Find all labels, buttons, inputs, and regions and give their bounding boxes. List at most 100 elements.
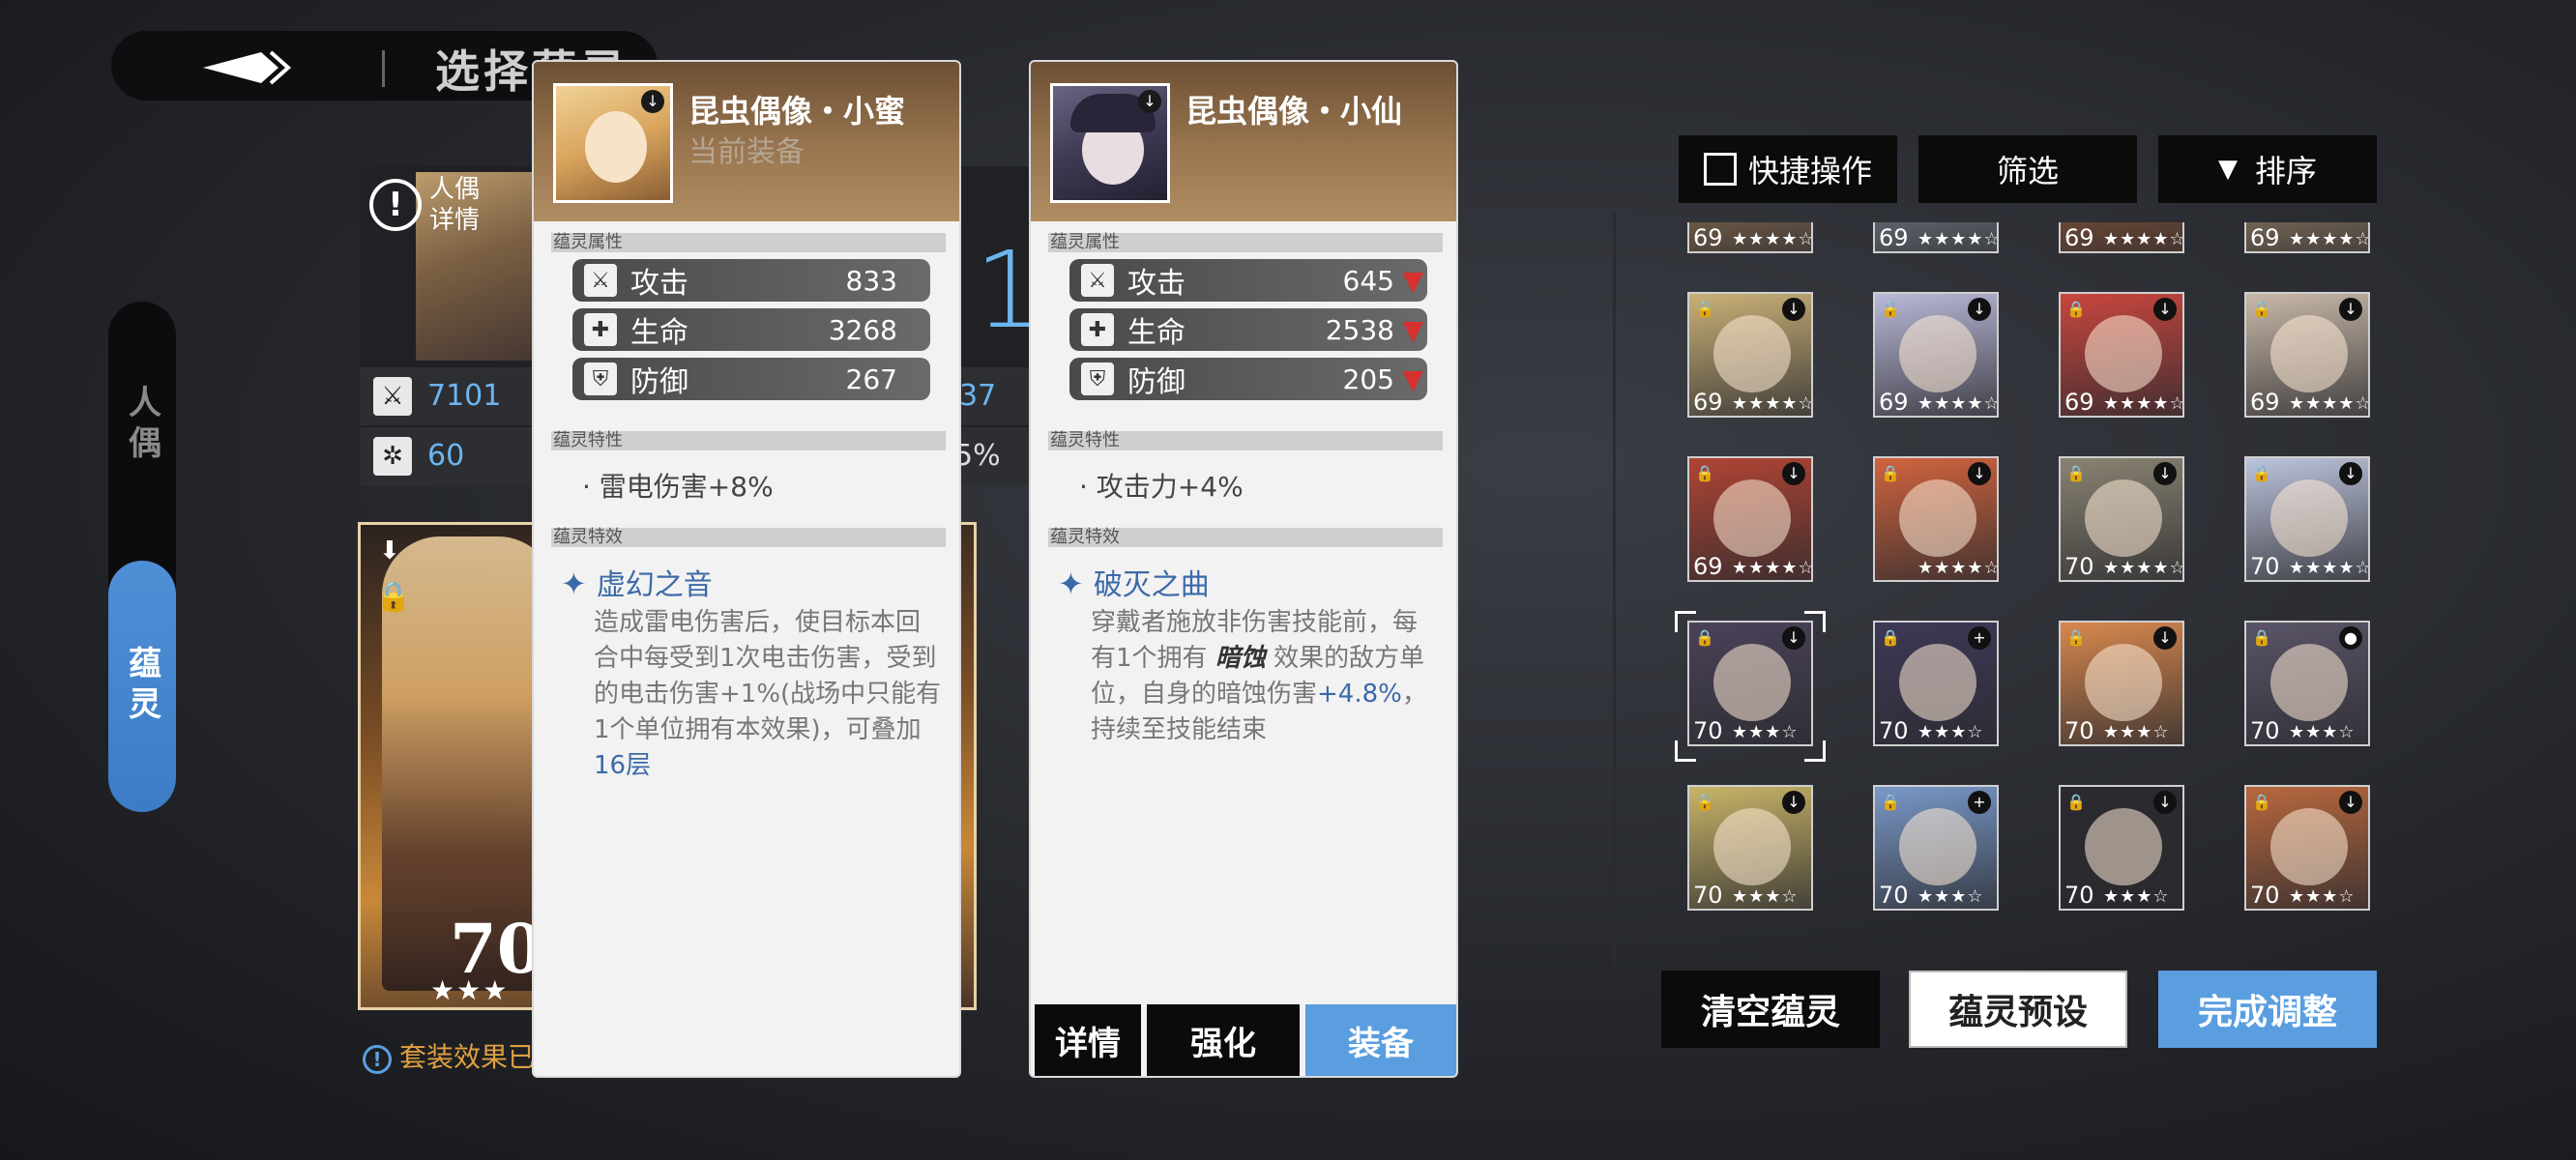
attr-value: 645 <box>1342 264 1394 297</box>
lock-icon: 🔒 <box>2066 300 2086 318</box>
spirit-grid-cell[interactable]: 🔒 ↓ 69 ★★★★☆ <box>1687 456 1813 582</box>
spirit-level: 70 <box>2250 717 2280 744</box>
selection-frame <box>1675 611 1826 762</box>
spirit-face <box>2085 479 2162 557</box>
spirit-stars: ★★★☆ <box>2289 722 2356 742</box>
spirit-grid-cell[interactable]: 🔒 ↓ 70 ★★★☆ <box>2059 621 2184 746</box>
lock-icon: 🔒 <box>1695 793 1714 811</box>
spirit-grid-cell[interactable]: 🔒 ↓ 69 ★★★★☆ <box>1873 292 1999 418</box>
back-arrow-icon[interactable] <box>193 48 309 87</box>
doll-attack-right: 37 <box>959 379 997 413</box>
spirit-face <box>2270 315 2348 392</box>
sort-button[interactable]: ▼ 排序 <box>2158 135 2377 203</box>
quick-ops-toggle[interactable]: 快捷操作 <box>1679 135 1897 203</box>
spirit-grid-cell[interactable]: 🔒 ↓ 69 ★★★★☆ <box>1687 292 1813 418</box>
spirit-level: 69 <box>1693 553 1723 580</box>
attr-value: 205 <box>1342 362 1394 395</box>
spirit-face <box>1713 808 1791 885</box>
spirit-portrait: ↓ <box>553 83 673 203</box>
spirit-level: 69 <box>2250 389 2280 416</box>
spirit-name: 昆虫偶像・小仙 <box>1186 93 1403 130</box>
spirit-name: 昆虫偶像・小蜜 <box>688 93 906 130</box>
spirit-level: 70 <box>1879 717 1909 744</box>
lock-icon: 🔒 <box>2252 628 2271 647</box>
lock-icon: 🔒 <box>1881 793 1900 811</box>
equip-mark-icon: ↓ <box>2153 462 2177 485</box>
attr-value: 833 <box>845 264 897 297</box>
spirit-level: 69 <box>1693 389 1723 416</box>
current-spirit-card: ↓ 昆虫偶像・小蜜 当前装备 蕴灵属性 ⚔ 攻击 833 ✚ 生命 3268 ⛨… <box>532 60 961 1078</box>
spirit-level: 69 <box>2064 224 2094 251</box>
spirit-stars: ★★★★☆ <box>2103 558 2184 578</box>
trait-text: · 雷电伤害+8% <box>582 471 774 503</box>
effect-title: ✦ 虚幻之音 <box>561 561 713 603</box>
doll-details-label[interactable]: 人偶 详情 <box>429 174 480 236</box>
checkbox-icon[interactable] <box>1703 153 1737 186</box>
section-header-attrs: 蕴灵属性 <box>551 233 946 252</box>
equip-mark-icon: ↓ <box>2339 298 2362 321</box>
spirit-stars: ★★★☆ <box>1917 886 1984 907</box>
enhance-button[interactable]: 强化 <box>1147 1004 1300 1076</box>
lock-icon: 🔒 <box>375 580 412 614</box>
spirit-grid-cell[interactable]: 🔒 +70 ★★★☆ <box>1873 621 1999 746</box>
plus-icon: + <box>1968 626 1991 650</box>
spirit-grid-cell[interactable]: 🔒 ↓ ★★★★☆ <box>1873 456 1999 582</box>
spirit-level: 70 <box>2064 553 2094 580</box>
attr-row-hp: ✚ 生命 2538 ▼ <box>1069 308 1427 351</box>
sword-icon: ⚔ <box>373 377 412 416</box>
spirit-stars: ★★★★☆ <box>2103 229 2184 249</box>
attr-row-attack: ⚔ 攻击 645 ▼ <box>1069 259 1427 302</box>
effect-desc-keyword: 暗蚀 <box>1215 644 1266 673</box>
attr-name: 攻击 <box>630 267 688 301</box>
equip-mark-icon: ↓ <box>1138 90 1161 113</box>
spirit-stars: ★★★★☆ <box>1732 229 1813 249</box>
attr-row-defense: ⛨ 防御 205 ▼ <box>1069 358 1427 400</box>
shield-icon: ⛨ <box>584 362 617 395</box>
attr-name: 生命 <box>630 316 688 350</box>
spirit-preset-button[interactable]: 蕴灵预设 <box>1909 971 2127 1048</box>
info-icon: ! <box>363 1045 392 1074</box>
effect-name: 虚幻之音 <box>596 568 713 602</box>
spirit-grid-cell[interactable]: 🔒 ↓ 70 ★★★☆ <box>2244 785 2370 911</box>
spirit-grid-cell[interactable]: 🔒 +70 ★★★☆ <box>1873 785 1999 911</box>
spirit-grid-cell[interactable]: 🔒 ● 70 ★★★☆ <box>2244 621 2370 746</box>
spirit-stars: ★★★☆ <box>2103 886 2170 907</box>
equip-button[interactable]: 装备 <box>1305 1004 1456 1076</box>
equip-mark-icon: ↓ <box>2339 791 2362 814</box>
spirit-stars: ★★★☆ <box>1732 886 1799 907</box>
spirit-grid-cell[interactable]: 🔒 ↓ 69 ★★★★☆ <box>2059 292 2184 418</box>
attr-row-attack: ⚔ 攻击 833 <box>572 259 930 302</box>
finish-adjust-button[interactable]: 完成调整 <box>2158 971 2377 1048</box>
set-warning-text: 套装效果已 <box>399 1041 536 1073</box>
spirit-grid-cell[interactable]: 🔒 ↓ 70 ★★★☆ <box>2059 785 2184 911</box>
effect-name: 破灭之曲 <box>1093 568 1210 602</box>
section-header-trait: 蕴灵特性 <box>1048 431 1443 450</box>
card-header: ↓ 昆虫偶像・小仙 <box>1031 62 1456 221</box>
spirit-grid-cell[interactable]: 🔒 ↓ 70 ★★★★☆ <box>2244 456 2370 582</box>
equip-mark-icon: ↓ <box>1968 462 1991 485</box>
spirit-grid-cell[interactable]: 🔒 ↓ 70 ★★★★☆ <box>2059 456 2184 582</box>
info-icon[interactable]: ! <box>369 179 422 231</box>
effect-description: 穿戴者施放非伤害技能前，每有1个拥有 暗蚀 效果的敌方单位，自身的暗蚀伤害+4.… <box>1091 605 1439 748</box>
filter-button[interactable]: 筛选 <box>1918 135 2137 203</box>
equip-mark-icon: ↓ <box>2339 462 2362 485</box>
clear-spirits-button[interactable]: 清空蕴灵 <box>1661 971 1880 1048</box>
doll-stars: ★★★ <box>430 974 510 1006</box>
attr-value: 267 <box>845 362 897 395</box>
card-header: ↓ 昆虫偶像・小蜜 当前装备 <box>534 62 959 221</box>
effect-desc-highlight: 16层 <box>594 751 652 780</box>
spirit-grid-cell[interactable]: 🔒 ↓ 69 ★★★★☆ <box>2244 292 2370 418</box>
spirit-grid-cell[interactable]: 🔒 ↓ 70 ★★★☆ <box>1687 785 1813 911</box>
spirit-stars: ★★★☆ <box>2289 886 2356 907</box>
spirit-face <box>1899 479 1976 557</box>
attr-name: 防御 <box>1127 365 1186 399</box>
spirit-stars: ★★★★☆ <box>1917 229 1999 249</box>
details-button[interactable]: 详情 <box>1035 1004 1141 1076</box>
spirit-face <box>2270 808 2348 885</box>
section-header-effect: 蕴灵特效 <box>551 528 946 547</box>
spirit-level: 69 <box>1879 224 1909 251</box>
equip-mark-icon: ⬇ <box>379 536 400 566</box>
sparkle-icon: ✦ <box>561 566 587 602</box>
tab-spirit[interactable]: 蕴灵 <box>108 561 176 812</box>
tab-doll[interactable]: 人偶 <box>108 372 176 478</box>
